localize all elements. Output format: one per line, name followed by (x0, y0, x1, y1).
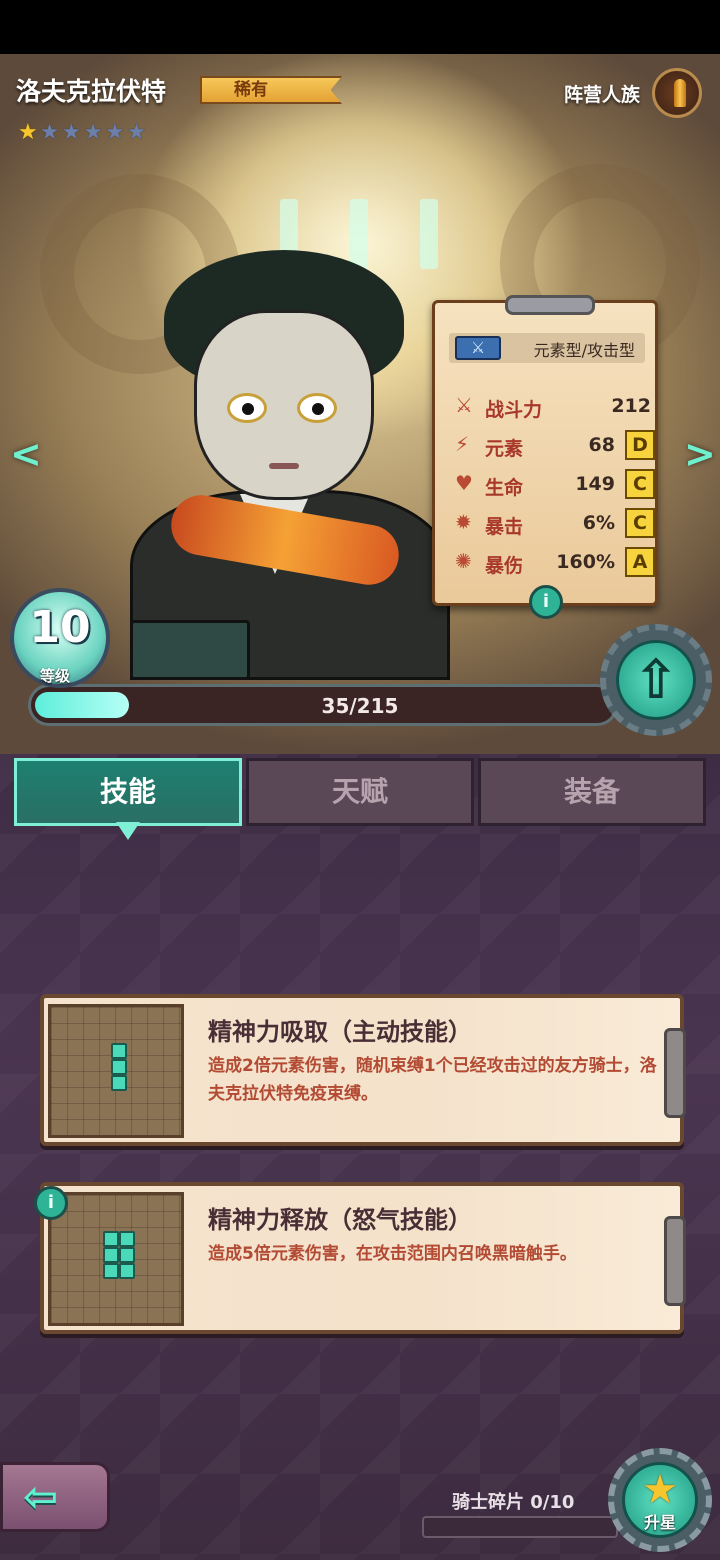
sword-icon: ⚔ (455, 336, 501, 360)
star-up-inner: ★ 升星 (622, 1462, 698, 1538)
skill-description: 造成5倍元素伤害，在攻击范围内召唤黑暗触手。 (208, 1244, 577, 1264)
hero-mouth (269, 463, 299, 469)
stat-label: 战斗力 (485, 399, 543, 421)
star-rating: ★ ★ ★ ★ ★ ★ (18, 121, 146, 145)
star-up-button[interactable]: ★ 升星 (608, 1448, 712, 1552)
star-empty-icon: ★ (104, 120, 125, 145)
skill-range-grid (48, 1192, 184, 1326)
star-empty-icon: ★ (126, 120, 147, 145)
level-value: 10 (29, 602, 91, 653)
stats-info-button[interactable]: i (529, 585, 563, 619)
range-cell (103, 1247, 119, 1263)
stat-value: 149 (575, 473, 615, 495)
hero-book (130, 620, 250, 680)
star-empty-icon: ★ (61, 120, 82, 145)
range-cell (119, 1263, 135, 1279)
skill-description: 造成2倍元素伤害，随机束缚1个已经攻击过的友方骑士，洛夫克拉伏特免疫束缚。 (208, 1056, 657, 1104)
stat-value: 160% (556, 551, 615, 573)
hero-face (194, 310, 374, 500)
stat-label: 元素 (485, 438, 524, 460)
range-cell (111, 1043, 127, 1059)
stat-label: 暴击 (485, 516, 524, 538)
lightning-icon: ⚡ (455, 432, 470, 456)
knight-shards-label: 骑士碎片 0/10 (452, 1492, 575, 1513)
star-empty-icon: ★ (39, 120, 60, 145)
crit-icon: ✹ (455, 510, 472, 534)
stat-label: 生命 (485, 477, 524, 499)
tab-bar: 技能 天赋 装备 (14, 758, 706, 826)
faction-label: 阵营人族 (563, 84, 640, 106)
card-clip (664, 1028, 686, 1118)
range-cell (119, 1231, 135, 1247)
range-cell (111, 1075, 127, 1091)
skill-title: 精神力吸取（主动技能） (208, 1018, 472, 1046)
level-up-button[interactable]: ⇧ (600, 624, 712, 736)
heart-icon: ♥ (455, 471, 473, 495)
tab-equipment[interactable]: 装备 (478, 758, 706, 826)
tab-talents[interactable]: 天赋 (246, 758, 474, 826)
skill-info-button[interactable]: i (34, 1186, 68, 1220)
stat-row: ✺ 暴伤 160% A (455, 545, 655, 579)
skill-title: 精神力释放（怒气技能） (208, 1206, 472, 1234)
rarity-badge: 稀有 (200, 76, 342, 104)
hero-type: 元素型/攻击型 (533, 341, 635, 360)
hero-type-bar: ⚔ 元素型/攻击型 (449, 333, 645, 363)
range-cell (103, 1231, 119, 1247)
next-hero-arrow-icon[interactable]: > (684, 432, 716, 476)
level-label: 等级 (39, 667, 70, 685)
stats-card: ⚔ 元素型/攻击型 ⚔ 战斗力 212 ⚡ 元素 68 D ♥ 生命 149 C ✹ 暴击 6% C ✺ 暴伤 1… (432, 295, 658, 619)
stat-grade-badge: A (625, 547, 655, 577)
clipboard-clip (505, 295, 595, 315)
crossed-swords-icon: ⚔ (455, 393, 473, 417)
faction-button[interactable] (652, 68, 702, 118)
back-button[interactable]: ⇦ (0, 1462, 110, 1532)
star-empty-icon: ★ (83, 120, 103, 145)
bottom-panel (0, 754, 720, 1560)
stat-grade-badge: C (625, 469, 655, 499)
star-filled-icon: ★ (18, 120, 38, 145)
previous-hero-arrow-icon[interactable]: < (10, 432, 42, 476)
hero-illustration (110, 250, 460, 680)
hero-eye (227, 393, 267, 423)
star-up-label: 升星 (643, 1513, 676, 1532)
hero-name: 洛夫克拉伏特 (16, 77, 167, 106)
stat-row: ⚔ 战斗力 212 (455, 389, 655, 423)
range-cell (111, 1059, 127, 1075)
stat-value: 68 (588, 434, 615, 456)
stat-row: ⚡ 元素 68 D (455, 428, 655, 462)
stat-grade-badge: C (625, 508, 655, 538)
bullet-icon (674, 79, 686, 107)
range-cell (119, 1247, 135, 1263)
tab-skills[interactable]: 技能 (14, 758, 242, 826)
up-arrow-icon: ⇧ (616, 640, 696, 720)
skill-card-active[interactable]: 精神力吸取（主动技能） 造成2倍元素伤害，随机束缚1个已经攻击过的友方骑士，洛夫… (40, 994, 686, 1146)
stat-value: 212 (611, 395, 651, 417)
range-cell (103, 1263, 119, 1279)
back-arrow-icon: ⇦ (23, 1472, 59, 1521)
star-icon: ★ (642, 1467, 678, 1513)
stat-row: ✹ 暴击 6% C (455, 506, 655, 540)
status-bar (0, 0, 720, 54)
skill-card-rage[interactable]: 精神力释放（怒气技能） 造成5倍元素伤害，在攻击范围内召唤黑暗触手。 (40, 1182, 686, 1334)
stat-row: ♥ 生命 149 C (455, 467, 655, 501)
card-clip (664, 1216, 686, 1306)
stat-value: 6% (582, 512, 615, 534)
stat-label: 暴伤 (485, 555, 524, 577)
skill-range-grid (48, 1004, 184, 1138)
knight-shards-bar (422, 1516, 618, 1538)
stat-grade-badge: D (625, 430, 655, 460)
hero-eye (297, 393, 337, 423)
crit-damage-icon: ✺ (455, 549, 472, 573)
